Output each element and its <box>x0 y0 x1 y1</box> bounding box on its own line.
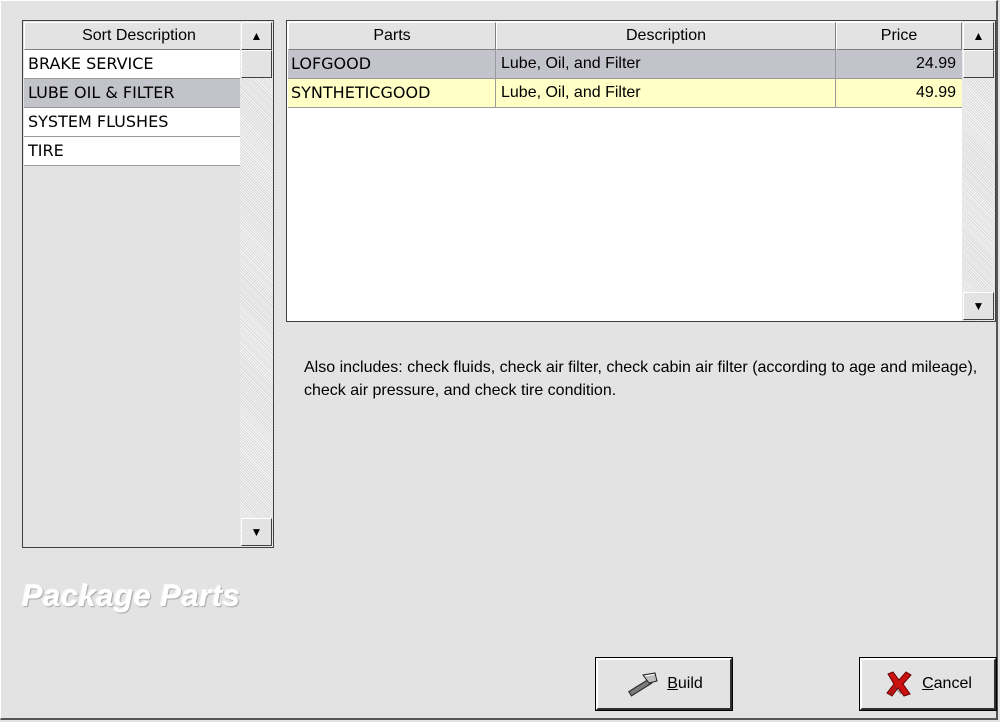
build-button-label: Build <box>667 675 703 692</box>
cancel-button[interactable]: Cancel <box>859 657 997 711</box>
table-row[interactable]: SYNTHETICGOOD Lube, Oil, and Filter 49.99 <box>288 79 962 108</box>
list-item[interactable]: SYSTEM FLUSHES <box>24 108 240 137</box>
sort-description-header[interactable]: Sort Description <box>24 22 254 50</box>
cell-parts: LOFGOOD <box>288 50 496 78</box>
parts-grid: Parts Description Price LOFGOOD Lube, Oil… <box>286 20 996 322</box>
arrow-down-icon: ▼ <box>250 525 263 539</box>
column-header-description[interactable]: Description <box>496 22 836 50</box>
package-parts-watermark: Package Parts <box>22 578 241 613</box>
column-header-parts[interactable]: Parts <box>288 22 496 50</box>
cell-description: Lube, Oil, and Filter <box>496 50 836 78</box>
build-button[interactable]: Build <box>595 657 733 711</box>
list-item[interactable]: BRAKE SERVICE <box>24 50 240 79</box>
parts-grid-header: Parts Description Price <box>288 22 962 50</box>
parts-grid-rows: LOFGOOD Lube, Oil, and Filter 24.99 SYNTHET… <box>288 50 962 108</box>
scroll-thumb[interactable] <box>241 50 272 78</box>
red-x-icon <box>884 670 914 698</box>
parts-grid-scrollbar[interactable]: ▲ ▼ <box>962 21 995 321</box>
scroll-thumb[interactable] <box>963 50 994 78</box>
arrow-up-icon: ▲ <box>972 29 985 43</box>
arrow-down-icon: ▼ <box>972 299 985 313</box>
column-header-price[interactable]: Price <box>836 22 962 50</box>
package-includes-text: Also includes: check fluids, check air f… <box>304 359 978 399</box>
arrow-up-icon: ▲ <box>250 29 263 43</box>
table-row[interactable]: LOFGOOD Lube, Oil, and Filter 24.99 <box>288 50 962 79</box>
scroll-up-button[interactable]: ▲ <box>963 22 994 50</box>
scroll-down-button[interactable]: ▼ <box>241 518 272 546</box>
scroll-up-button[interactable]: ▲ <box>241 22 272 50</box>
list-item[interactable]: LUBE OIL & FILTER <box>24 79 240 108</box>
cell-price: 24.99 <box>915 55 956 72</box>
hammer-icon <box>625 671 659 697</box>
sort-list-scrollbar[interactable]: ▲ ▼ <box>240 21 273 547</box>
sort-description-rows: BRAKE SERVICE LUBE OIL & FILTER SYSTEM FLU… <box>24 50 240 166</box>
cell-price: 49.99 <box>915 84 956 101</box>
list-item[interactable]: TIRE <box>24 137 240 166</box>
sort-description-list: Sort Description BRAKE SERVICE LUBE OIL &… <box>22 20 274 548</box>
cell-parts: SYNTHETICGOOD <box>288 79 496 107</box>
cell-description: Lube, Oil, and Filter <box>496 79 836 107</box>
cancel-button-label: Cancel <box>922 675 972 692</box>
scroll-down-button[interactable]: ▼ <box>963 292 994 320</box>
